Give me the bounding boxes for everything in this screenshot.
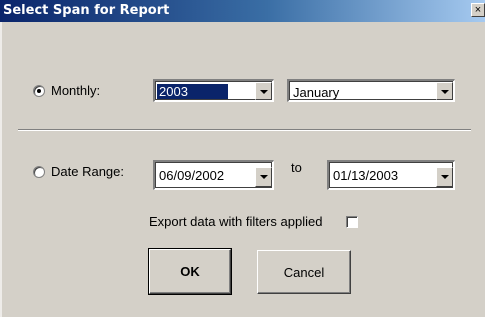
year-select[interactable]: 2003 [153,79,274,102]
export-filters-checkbox[interactable] [346,216,358,228]
close-button[interactable]: × [471,3,485,17]
date-range-label: Date Range: [51,164,124,179]
end-date-field[interactable]: 01/13/2003 [327,160,455,190]
year-select-value: 2003 [157,84,228,99]
month-select[interactable]: January [287,79,455,102]
export-filters-label: Export data with filters applied [149,214,323,229]
end-date-value: 01/13/2003 [333,168,399,183]
title-bar[interactable]: Select Span for Report × [0,0,485,22]
cancel-button[interactable]: Cancel [257,250,351,294]
year-dropdown-arrow-icon[interactable] [255,82,272,100]
monthly-label: Monthly: [51,83,101,98]
dialog-edge [0,22,2,317]
section-divider [18,129,471,131]
to-label: to [291,160,302,175]
close-icon: × [474,4,482,16]
cancel-button-label: Cancel [283,264,325,280]
month-dropdown-arrow-icon[interactable] [436,82,453,100]
monthly-radio-indicator[interactable] [33,84,45,97]
date-range-radio[interactable]: Date Range: [33,164,124,179]
start-date-value: 06/09/2002 [159,168,225,183]
end-date-dropdown-arrow-icon[interactable] [436,167,453,187]
ok-button[interactable]: OK [148,248,232,295]
monthly-radio[interactable]: Monthly: [33,83,100,98]
month-select-value: January [293,85,340,100]
window-title: Select Span for Report [3,3,170,18]
date-range-radio-indicator[interactable] [33,165,45,178]
ok-button-label: OK [180,264,200,279]
start-date-field[interactable]: 06/09/2002 [153,160,274,190]
start-date-dropdown-arrow-icon[interactable] [255,167,272,187]
